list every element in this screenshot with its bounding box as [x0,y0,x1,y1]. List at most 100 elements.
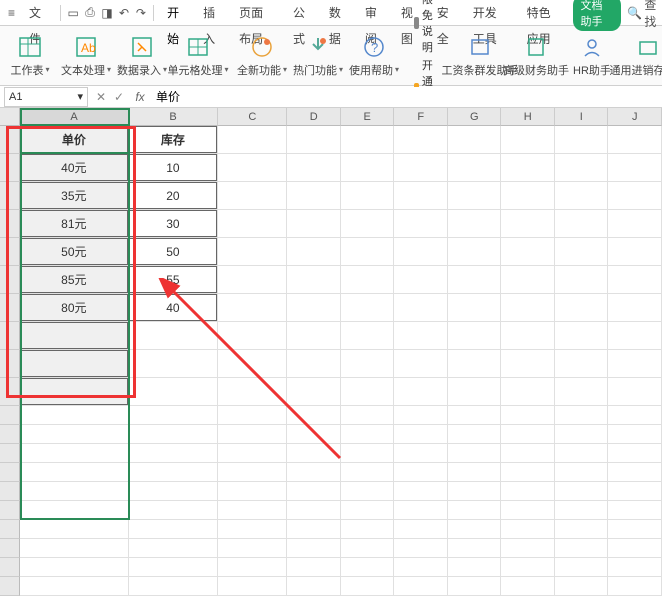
cell[interactable] [448,520,502,539]
cell[interactable] [608,425,662,444]
accept-icon[interactable]: ✓ [110,90,128,104]
cell[interactable] [608,406,662,425]
cell[interactable] [608,266,662,294]
cell[interactable] [501,238,555,266]
cell[interactable] [218,266,287,294]
cell[interactable]: 40 [129,294,218,322]
cell[interactable] [608,350,662,378]
cell[interactable] [341,406,395,425]
cell[interactable] [129,501,218,520]
cell[interactable] [555,558,609,577]
row-header[interactable] [0,126,20,154]
cell[interactable] [394,126,448,154]
cell[interactable] [218,238,287,266]
cell[interactable] [555,266,609,294]
cell[interactable] [218,378,287,406]
cell[interactable] [287,210,341,238]
cell[interactable] [501,482,555,501]
row-header[interactable] [0,210,20,238]
cell[interactable] [129,482,218,501]
cell[interactable] [218,539,287,558]
cell[interactable] [341,322,395,350]
cell[interactable] [555,350,609,378]
cell[interactable] [394,406,448,425]
cell[interactable] [448,182,502,210]
spreadsheet-grid[interactable]: A B C D E F G H I J 单价库存40元1035元2081元305… [0,108,662,596]
col-header-g[interactable]: G [448,108,502,126]
cell[interactable] [448,378,502,406]
row-header[interactable] [0,182,20,210]
cell[interactable] [555,577,609,596]
cell[interactable] [608,294,662,322]
cell[interactable] [448,350,502,378]
cell[interactable] [608,539,662,558]
cell[interactable] [129,425,218,444]
cell[interactable] [287,350,341,378]
cell[interactable]: 10 [129,154,218,182]
cell[interactable] [608,126,662,154]
cell[interactable] [20,482,129,501]
col-header-a[interactable]: A [20,108,129,126]
cell[interactable] [448,425,502,444]
cell[interactable]: 50元 [20,238,129,266]
cell[interactable] [287,577,341,596]
cell[interactable] [218,558,287,577]
col-header-f[interactable]: F [394,108,448,126]
cell[interactable] [608,577,662,596]
cell[interactable] [608,182,662,210]
cell[interactable] [129,558,218,577]
tool-worksheet[interactable]: 工作表▾ [6,34,54,78]
cell[interactable] [341,210,395,238]
col-header-i[interactable]: I [555,108,609,126]
cell[interactable] [218,463,287,482]
cell[interactable] [341,444,395,463]
cell[interactable]: 20 [129,182,218,210]
cell[interactable] [501,294,555,322]
cell[interactable] [20,463,129,482]
col-header-h[interactable]: H [501,108,555,126]
preview-icon[interactable]: ◨ [100,3,115,23]
cell[interactable] [394,463,448,482]
tab-insert[interactable]: 插入 [195,0,229,26]
cell[interactable] [20,425,129,444]
cell[interactable] [501,558,555,577]
cell[interactable] [287,539,341,558]
cell[interactable] [218,126,287,154]
cell[interactable] [341,266,395,294]
cell[interactable] [129,444,218,463]
cell[interactable] [218,210,287,238]
cell[interactable] [394,539,448,558]
cell[interactable] [555,425,609,444]
col-header-d[interactable]: D [287,108,341,126]
cell[interactable] [608,482,662,501]
cell[interactable] [448,406,502,425]
cell[interactable] [287,444,341,463]
tab-home[interactable]: 开始 [159,0,193,26]
cell[interactable] [501,463,555,482]
tool-help[interactable]: ? 使用帮助▾ [350,34,398,78]
cell[interactable] [287,238,341,266]
cell[interactable] [555,322,609,350]
cell[interactable] [448,322,502,350]
cell[interactable] [341,182,395,210]
cell[interactable] [608,501,662,520]
cell[interactable] [218,294,287,322]
cell[interactable] [20,378,129,406]
cell[interactable]: 85元 [20,266,129,294]
cell[interactable] [448,210,502,238]
row-header[interactable] [0,482,20,501]
row-header[interactable] [0,266,20,294]
cell[interactable] [608,463,662,482]
cell[interactable] [287,182,341,210]
cell[interactable] [287,294,341,322]
cell[interactable] [501,444,555,463]
tool-text[interactable]: Ab 文本处理▾ [62,34,110,78]
row-header[interactable] [0,406,20,425]
cell[interactable] [448,154,502,182]
tab-data[interactable]: 数据 [321,0,355,26]
tool-payroll[interactable]: 工资条群发助手 [456,34,504,78]
row-header[interactable] [0,425,20,444]
name-box[interactable]: A1▾ [4,87,88,107]
cell[interactable] [448,266,502,294]
cell[interactable] [20,406,129,425]
